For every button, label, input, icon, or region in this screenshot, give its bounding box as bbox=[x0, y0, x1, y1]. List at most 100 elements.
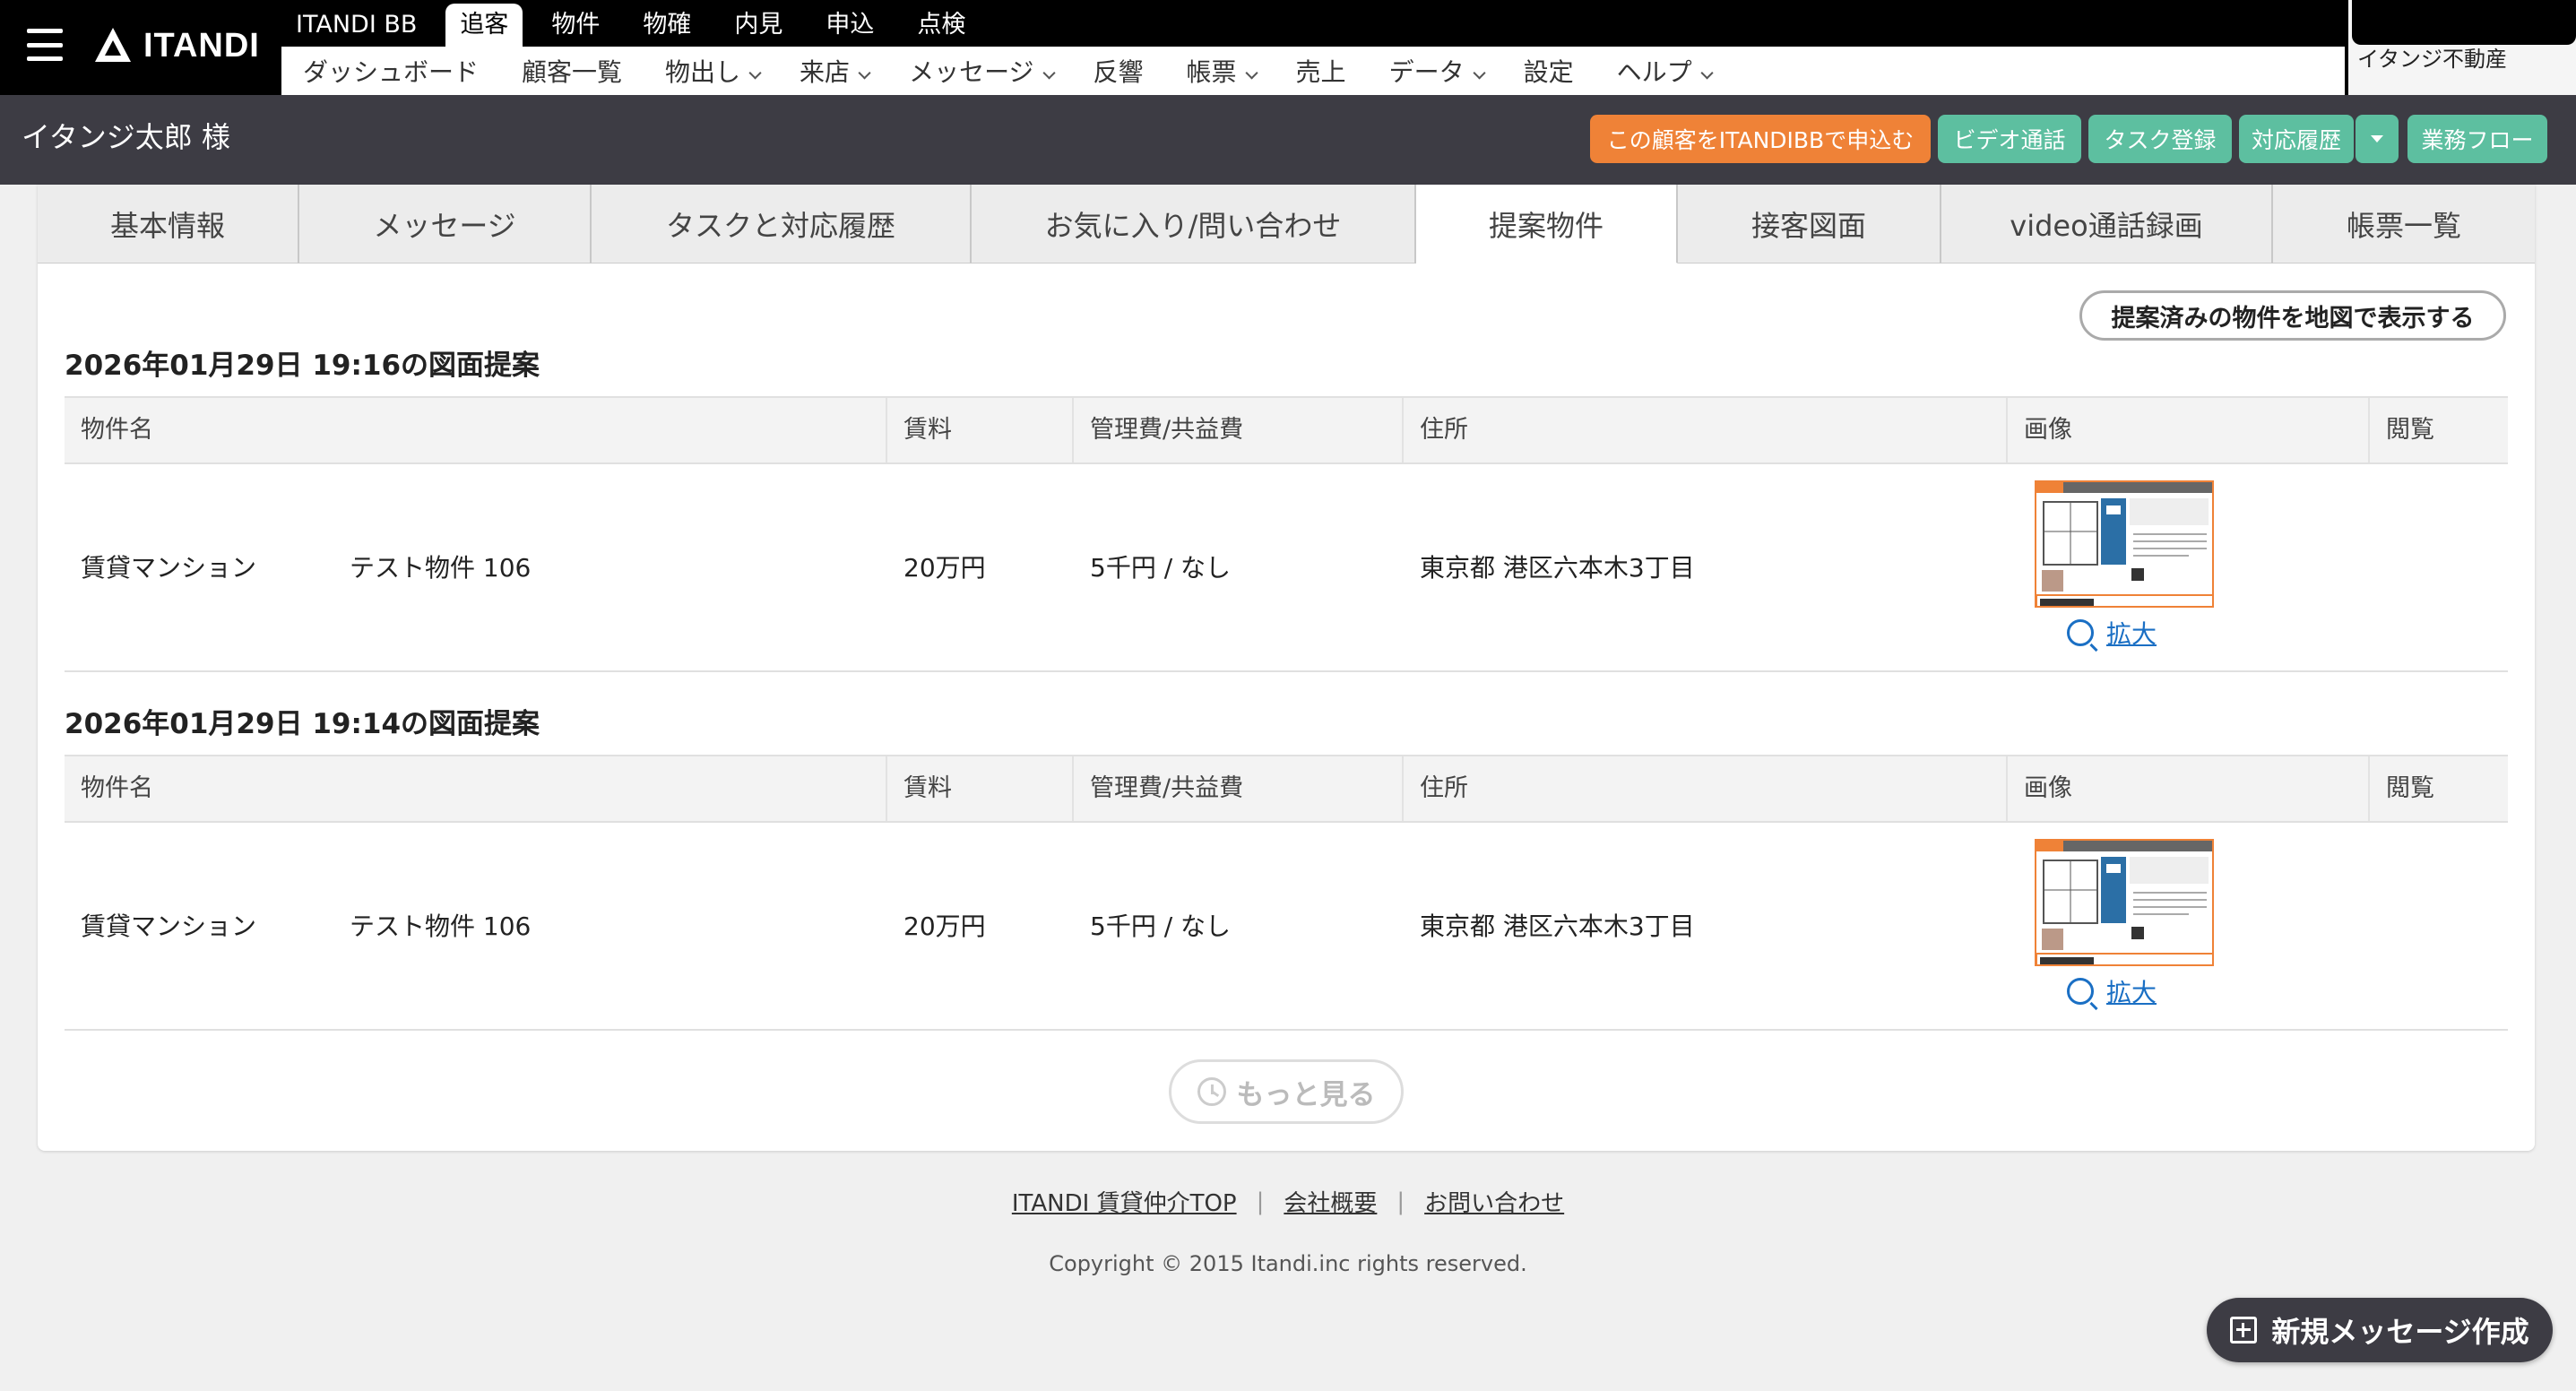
tab-message[interactable]: メッセージ bbox=[299, 185, 592, 264]
top-nav-itandi-bb[interactable]: ITANDI BB bbox=[281, 4, 431, 47]
sub-nav-label: 物出し bbox=[665, 57, 741, 87]
sub-nav: ダッシュボード 顧客一覧 物出し 来店 メッセージ 反響 帳票 売上 データ 設… bbox=[281, 47, 2345, 95]
show-more-label: もっと見る bbox=[1236, 1078, 1376, 1111]
show-more-button[interactable]: もっと見る bbox=[1169, 1059, 1404, 1124]
chevron-down-icon bbox=[748, 66, 762, 80]
footer-link-top[interactable]: ITANDI 賃貸仲介TOP bbox=[1012, 1185, 1237, 1218]
chevron-down-icon bbox=[1042, 66, 1056, 80]
top-nav-bukkaku[interactable]: 物確 bbox=[628, 4, 705, 47]
top-nav-tsuikyaku[interactable]: 追客 bbox=[445, 4, 523, 47]
customer-header: イタンジ太郎 様 この顧客をITANDIBBで申込む ビデオ通話 タスク登録 対… bbox=[0, 95, 2576, 185]
floorplan-thumbnail[interactable] bbox=[2035, 839, 2214, 966]
footer-link-company[interactable]: 会社概要 bbox=[1284, 1185, 1377, 1218]
top-nav-tenken[interactable]: 点検 bbox=[903, 4, 980, 47]
sub-nav-label: 売上 bbox=[1295, 57, 1346, 87]
customer-tabs: 基本情報 メッセージ タスクと対応履歴 お気に入り/問い合わせ 提案物件 接客図… bbox=[38, 185, 2535, 264]
proposal-title: 2026年01月29日 19:14の図面提案 bbox=[65, 708, 540, 740]
tab-video-recordings[interactable]: video通話録画 bbox=[1941, 185, 2273, 264]
show-on-map-button[interactable]: 提案済みの物件を地図で表示する bbox=[2079, 290, 2506, 341]
tab-drawings[interactable]: 接客図面 bbox=[1678, 185, 1941, 264]
sub-nav-label: 設定 bbox=[1523, 57, 1574, 87]
search-icon bbox=[2067, 978, 2094, 1005]
tab-proposed-properties[interactable]: 提案物件 bbox=[1416, 185, 1678, 264]
top-nav: ITANDI BB 追客 物件 物確 内見 申込 点検 bbox=[281, 0, 994, 47]
col-property-name: 物件名 bbox=[65, 398, 887, 462]
task-register-button[interactable]: タスク登録 bbox=[2088, 115, 2232, 163]
sub-nav-raiten[interactable]: 来店 bbox=[800, 53, 871, 89]
floorplan-image bbox=[2036, 482, 2212, 606]
user-menu[interactable]: イタンジ不動産 bbox=[2348, 0, 2576, 95]
property-name: テスト物件 106 bbox=[350, 553, 532, 583]
management-fee: 5千円 / なし bbox=[1090, 553, 1232, 583]
sub-nav-settings[interactable]: 設定 bbox=[1524, 53, 1574, 89]
address: 東京都 港区六本木3丁目 bbox=[1420, 553, 1695, 583]
workflow-button[interactable]: 業務フロー bbox=[2407, 115, 2547, 163]
sub-nav-label: 顧客一覧 bbox=[522, 57, 623, 87]
caret-down-icon bbox=[2371, 135, 2383, 143]
history-icon bbox=[1197, 1077, 1226, 1106]
sub-nav-hankyo[interactable]: 反響 bbox=[1094, 53, 1144, 89]
proposal-table: 物件名 賃料 管理費/共益費 住所 画像 閲覧 賃貸マンション テスト物件 10… bbox=[65, 755, 2508, 1031]
sub-nav-label: メッセージ bbox=[909, 57, 1034, 87]
chevron-down-icon bbox=[858, 66, 871, 80]
new-message-button[interactable]: 新規メッセージ作成 bbox=[2207, 1298, 2553, 1362]
col-property-name: 物件名 bbox=[65, 756, 887, 821]
sub-nav-help[interactable]: ヘルプ bbox=[1616, 53, 1714, 89]
tab-task-history[interactable]: タスクと対応履歴 bbox=[592, 185, 972, 264]
sub-nav-data[interactable]: データ bbox=[1388, 53, 1486, 89]
copyright: Copyright © 2015 Itandi.inc rights reser… bbox=[1049, 1251, 1527, 1276]
col-viewed: 閲覧 bbox=[2386, 416, 2434, 444]
sub-nav-chohyo[interactable]: 帳票 bbox=[1186, 53, 1258, 89]
table-header: 物件名 賃料 管理費/共益費 住所 画像 閲覧 bbox=[65, 755, 2508, 823]
tab-document-list[interactable]: 帳票一覧 bbox=[2273, 185, 2535, 264]
rent: 20万円 bbox=[903, 911, 986, 941]
floorplan-thumbnail[interactable] bbox=[2035, 480, 2214, 608]
tab-basic-info[interactable]: 基本情報 bbox=[38, 185, 299, 264]
itandi-logo-icon bbox=[95, 28, 131, 62]
table-row[interactable]: 賃貸マンション テスト物件 106 20万円 5千円 / なし 東京都 港区六本… bbox=[65, 823, 2508, 1031]
proposal-title: 2026年01月29日 19:16の図面提案 bbox=[65, 350, 540, 382]
customer-name: イタンジ太郎 様 bbox=[22, 120, 230, 154]
col-fee: 管理費/共益費 bbox=[1074, 756, 1404, 821]
col-rent: 賃料 bbox=[887, 398, 1074, 462]
col-rent: 賃料 bbox=[887, 756, 1074, 821]
history-button[interactable]: 対応履歴 bbox=[2239, 115, 2354, 163]
property-type: 賃貸マンション bbox=[81, 911, 257, 941]
footer-link-contact[interactable]: お問い合わせ bbox=[1424, 1185, 1564, 1218]
col-address: 住所 bbox=[1404, 398, 2008, 462]
tab-favorites[interactable]: お気に入り/問い合わせ bbox=[972, 185, 1416, 264]
sub-nav-uriage[interactable]: 売上 bbox=[1296, 53, 1346, 89]
sub-nav-label: 帳票 bbox=[1186, 57, 1237, 87]
apply-itandibb-button[interactable]: この顧客をITANDIBBで申込む bbox=[1590, 115, 1931, 163]
table-row[interactable]: 賃貸マンション テスト物件 106 20万円 5千円 / なし 東京都 港区六本… bbox=[65, 464, 2508, 672]
zoom-link[interactable]: 拡大 bbox=[2067, 615, 2157, 651]
history-dropdown-button[interactable] bbox=[2356, 115, 2399, 163]
footer-separator: | bbox=[1396, 1188, 1405, 1215]
chevron-down-icon bbox=[1700, 66, 1714, 80]
search-icon bbox=[2067, 619, 2094, 646]
col-image: 画像 bbox=[2008, 756, 2370, 821]
col-fee: 管理費/共益費 bbox=[1074, 398, 1404, 462]
property-name: テスト物件 106 bbox=[350, 911, 532, 941]
video-call-button[interactable]: ビデオ通話 bbox=[1938, 115, 2081, 163]
sub-nav-customer-list[interactable]: 顧客一覧 bbox=[522, 53, 622, 89]
footer-separator: | bbox=[1256, 1188, 1265, 1215]
chevron-down-icon bbox=[1473, 66, 1486, 80]
col-image: 画像 bbox=[2008, 398, 2370, 462]
sub-nav-message[interactable]: メッセージ bbox=[909, 53, 1056, 89]
top-nav-moushikomi[interactable]: 申込 bbox=[811, 4, 888, 47]
top-nav-bukken[interactable]: 物件 bbox=[537, 4, 614, 47]
sub-nav-bukkendashi[interactable]: 物出し bbox=[665, 53, 762, 89]
sub-nav-label: ヘルプ bbox=[1616, 57, 1692, 87]
sub-nav-label: 来店 bbox=[800, 57, 851, 87]
sub-nav-label: ダッシュボード bbox=[303, 57, 480, 87]
logo-text: ITANDI bbox=[143, 26, 260, 65]
top-nav-naiken[interactable]: 内見 bbox=[720, 4, 797, 47]
menu-icon[interactable] bbox=[27, 29, 63, 61]
address: 東京都 港区六本木3丁目 bbox=[1420, 911, 1695, 941]
sub-nav-dashboard[interactable]: ダッシュボード bbox=[303, 53, 479, 89]
sub-nav-label: データ bbox=[1388, 57, 1465, 87]
zoom-link[interactable]: 拡大 bbox=[2067, 973, 2157, 1009]
itandi-logo[interactable]: ITANDI bbox=[93, 23, 260, 68]
col-viewed: 閲覧 bbox=[2386, 774, 2434, 802]
